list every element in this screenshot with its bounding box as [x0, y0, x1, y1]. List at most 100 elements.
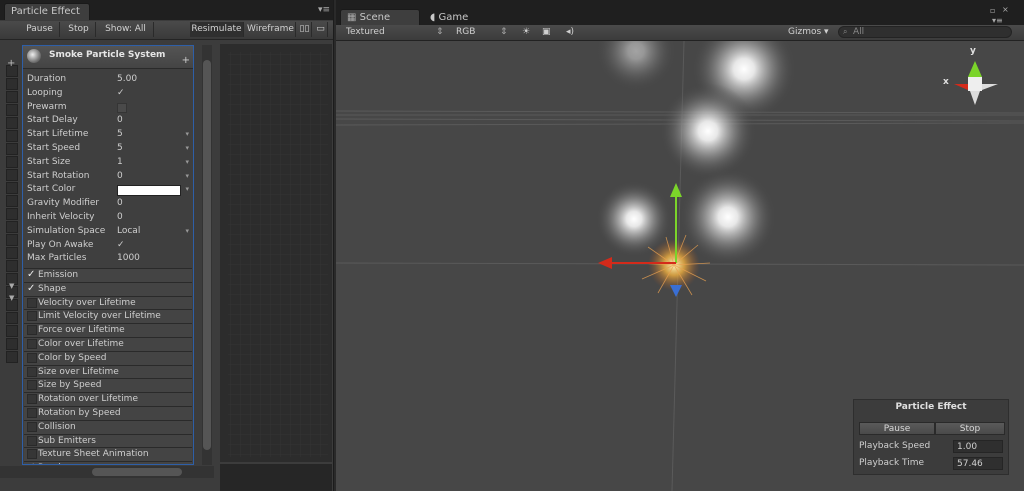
module-checkbox[interactable]	[27, 380, 37, 391]
system-slot[interactable]	[6, 156, 18, 168]
module-row[interactable]: ✓Renderer	[24, 461, 192, 464]
curve-editor-area[interactable]	[220, 44, 332, 462]
search-input[interactable]: ⌕ All	[838, 26, 1012, 38]
property-value[interactable]: 0	[117, 197, 123, 210]
system-slot[interactable]	[6, 104, 18, 116]
module-row[interactable]: Limit Velocity over Lifetime	[24, 309, 192, 324]
property-value[interactable]: 5	[117, 142, 123, 155]
property-value[interactable]: 5	[117, 128, 123, 141]
property-value[interactable]: ✓	[117, 87, 125, 100]
module-checkbox[interactable]	[27, 297, 37, 308]
check-icon[interactable]: ✓	[27, 270, 37, 280]
property-value[interactable]: 0	[117, 211, 123, 224]
module-checkbox[interactable]	[27, 394, 37, 405]
curve-mode-arrow-icon[interactable]: ▾	[185, 128, 189, 141]
property-row[interactable]: Looping ✓	[27, 87, 193, 100]
close-icon[interactable]: ×	[1002, 5, 1009, 14]
start-color-swatch[interactable]	[117, 185, 181, 197]
property-value[interactable]: 1000	[117, 252, 140, 265]
property-row[interactable]: Start Delay 0	[27, 114, 193, 127]
property-row[interactable]: Max Particles 1000	[27, 252, 193, 265]
system-slot[interactable]	[6, 234, 18, 246]
tab-game[interactable]: ◖ Game	[430, 12, 468, 23]
module-row[interactable]: Rotation by Speed	[24, 406, 192, 420]
module-row[interactable]: Sub Emitters	[24, 433, 192, 448]
gizmos-dropdown[interactable]: Gizmos ▾	[788, 26, 829, 39]
module-row[interactable]: Color over Lifetime	[24, 337, 192, 351]
system-slot[interactable]	[6, 117, 18, 129]
stop-button[interactable]: Stop	[62, 22, 96, 37]
module-checkbox[interactable]	[27, 339, 37, 349]
system-slot[interactable]	[6, 182, 18, 194]
property-row[interactable]: Duration 5.00	[27, 73, 193, 86]
module-row[interactable]: Size over Lifetime	[24, 364, 192, 379]
curve-mode-arrow-icon[interactable]: ▾	[185, 142, 189, 155]
system-slot[interactable]	[6, 338, 18, 350]
system-slot[interactable]	[6, 78, 18, 90]
system-slot[interactable]	[6, 91, 18, 103]
module-row[interactable]: Force over Lifetime	[24, 323, 192, 338]
property-row[interactable]: Start Size 1 ▾	[27, 156, 193, 169]
system-slot[interactable]	[6, 351, 18, 363]
property-row[interactable]: Start Speed 5 ▾	[27, 142, 193, 155]
resimulate-toggle[interactable]: Resimulate	[190, 22, 244, 37]
system-slot[interactable]	[6, 208, 18, 220]
property-value[interactable]: 0	[117, 114, 123, 127]
module-row[interactable]: Texture Sheet Animation	[24, 447, 192, 462]
system-slot[interactable]	[6, 247, 18, 259]
property-row[interactable]: Inherit Velocity 0	[27, 211, 193, 224]
module-row[interactable]: Collision	[24, 419, 192, 434]
tab-scene[interactable]: ▦ Scene	[340, 9, 420, 25]
tab-menu-icon[interactable]: ▾≡	[318, 5, 330, 15]
property-value[interactable]: ✓	[117, 239, 125, 252]
render-mode-dropdown[interactable]: Textured	[346, 26, 385, 39]
scene-tab-menu-icon[interactable]: ▾≡	[992, 16, 1003, 25]
property-row[interactable]: Prewarm	[27, 101, 193, 114]
property-row[interactable]: Simulation Space Local ▾	[27, 225, 193, 238]
check-icon[interactable]: ✓	[27, 463, 37, 464]
system-slot[interactable]	[6, 130, 18, 142]
system-slot[interactable]	[6, 169, 18, 181]
audio-icon[interactable]: ◂)	[566, 26, 574, 39]
lighting-icon[interactable]: ☀	[522, 26, 530, 39]
add-module-icon[interactable]: +	[182, 55, 190, 66]
module-checkbox[interactable]	[27, 449, 37, 460]
property-row[interactable]: Start Lifetime 5 ▾	[27, 128, 193, 141]
module-row[interactable]: ✓ Shape	[24, 281, 192, 296]
system-slot[interactable]	[6, 325, 18, 337]
system-slot[interactable]	[6, 221, 18, 233]
module-row[interactable]: ✓ Emission	[24, 268, 192, 282]
property-value[interactable]: 5.00	[117, 73, 137, 86]
overlay-stop-button[interactable]: Stop	[935, 422, 1005, 435]
inspector-header[interactable]: Smoke Particle System +	[23, 46, 193, 69]
curve-mode-arrow-icon[interactable]: ▾	[185, 156, 189, 169]
wireframe-toggle[interactable]: Wireframe	[246, 22, 296, 37]
overlay-pause-button[interactable]: Pause	[859, 422, 935, 435]
collapse-arrow-icon[interactable]: ▼	[9, 282, 14, 290]
playback-speed-field[interactable]: 1.00	[953, 440, 1003, 453]
module-checkbox[interactable]	[27, 325, 37, 336]
property-row[interactable]: Start Rotation 0 ▾	[27, 170, 193, 183]
property-row[interactable]: Start Color ▾	[27, 183, 193, 197]
color-mode-dropdown[interactable]: RGB	[456, 26, 475, 39]
show-all-dropdown[interactable]: Show: All	[98, 22, 154, 37]
orientation-gizmo[interactable]	[954, 61, 998, 105]
check-icon[interactable]: ✓	[27, 283, 37, 294]
prewarm-checkbox[interactable]	[117, 102, 127, 113]
image-effects-icon[interactable]: ▣	[542, 26, 551, 39]
module-row[interactable]: Rotation over Lifetime	[24, 392, 192, 407]
curve-mode-arrow-icon[interactable]: ▾	[185, 225, 189, 238]
module-checkbox[interactable]	[27, 366, 37, 377]
tab-particle-effect[interactable]: Particle Effect	[4, 3, 90, 20]
horizontal-scroll-thumb[interactable]	[92, 468, 182, 476]
playback-time-field[interactable]: 57.46	[953, 457, 1003, 470]
module-checkbox[interactable]	[27, 421, 37, 432]
module-row[interactable]: Color by Speed	[24, 350, 192, 365]
maximize-icon[interactable]: ▫	[990, 6, 995, 15]
property-value[interactable]: 0	[117, 170, 123, 183]
curve-mode-arrow-icon[interactable]: ▾	[185, 170, 189, 183]
module-checkbox[interactable]	[27, 435, 37, 446]
system-slot[interactable]	[6, 312, 18, 324]
system-slot[interactable]	[6, 260, 18, 272]
module-row[interactable]: Velocity over Lifetime	[24, 295, 192, 310]
